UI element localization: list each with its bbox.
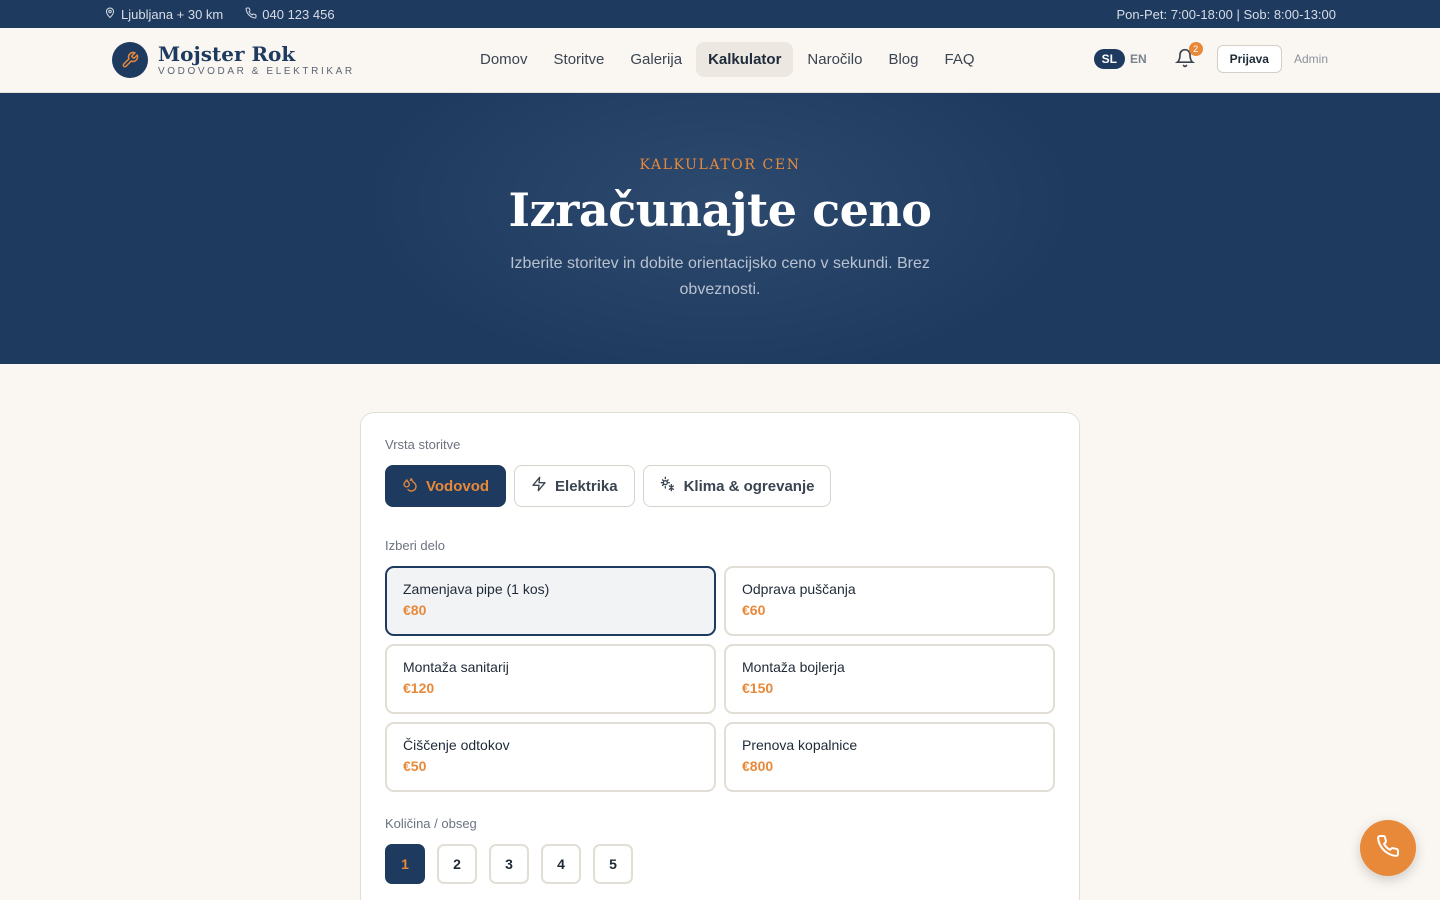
hero-section: KALKULATOR CEN Izračunajte ceno Izberite…	[0, 93, 1440, 364]
notification-count-badge: 2	[1188, 42, 1203, 56]
nav-item-domov[interactable]: Domov	[468, 42, 540, 77]
phone-icon	[245, 6, 257, 22]
nav-item-blog[interactable]: Blog	[876, 42, 930, 77]
quantity-option-1[interactable]: 1	[385, 844, 425, 884]
service-type-klima[interactable]: Klima & ogrevanje	[642, 465, 832, 507]
opening-hours: Pon-Pet: 7:00-18:00 | Sob: 8:00-13:00	[1116, 6, 1336, 22]
job-name: Odprava puščanja	[742, 581, 856, 597]
main-header: Mojster Rok VODOVODAR & ELEKTRIKAR Domov…	[0, 28, 1440, 93]
service-type-tabs: Vodovod Elektrika Klima & ogrevanje	[385, 465, 1055, 507]
quantity-option-3[interactable]: 3	[489, 844, 529, 884]
job-price: €80	[403, 602, 427, 618]
bell-icon	[1174, 48, 1195, 72]
quantity-label: Količina / obseg	[385, 816, 477, 831]
login-button[interactable]: Prijava	[1216, 45, 1282, 73]
job-option[interactable]: Zamenjava pipe (1 kos) €80	[385, 566, 716, 636]
location-info: Ljubljana + 30 km	[104, 7, 223, 22]
job-option[interactable]: Odprava puščanja €60	[724, 566, 1055, 636]
service-type-label-elektrika: Elektrika	[555, 477, 618, 495]
wrench-icon	[112, 42, 148, 78]
brand-name: Mojster Rok	[158, 42, 296, 66]
quantity-option-4[interactable]: 4	[541, 844, 581, 884]
job-price: €50	[403, 758, 427, 774]
brand-logo-link[interactable]: Mojster Rok VODOVODAR & ELEKTRIKAR	[112, 42, 355, 78]
job-option[interactable]: Montaža sanitarij €120	[385, 644, 716, 714]
language-switcher: SL EN	[1093, 49, 1147, 69]
job-option[interactable]: Montaža bojlerja €150	[724, 644, 1055, 714]
lang-en-button[interactable]: EN	[1130, 52, 1147, 66]
nav-item-narocilo[interactable]: Naročilo	[795, 42, 874, 77]
lang-sl-button[interactable]: SL	[1093, 49, 1125, 69]
service-type-elektrika[interactable]: Elektrika	[514, 465, 635, 507]
job-name: Montaža bojlerja	[742, 659, 845, 675]
hero-description: Izberite storitev in dobite orientacijsk…	[510, 255, 930, 298]
brand-subtitle: VODOVODAR & ELEKTRIKAR	[158, 66, 355, 77]
phone-text: 040 123 456	[262, 6, 335, 22]
job-label: Izberi delo	[385, 538, 445, 553]
nav-item-galerija[interactable]: Galerija	[618, 42, 694, 77]
page-title: Izračunajte ceno	[508, 183, 932, 237]
service-type-label: Vrsta storitve	[385, 437, 461, 452]
notifications-button[interactable]: 2	[1174, 42, 1203, 72]
service-type-label-klima: Klima & ogrevanje	[683, 477, 815, 495]
job-name: Zamenjava pipe (1 kos)	[403, 581, 550, 597]
job-price: €150	[742, 680, 774, 696]
quantity-option-2[interactable]: 2	[437, 844, 477, 884]
hero-eyebrow: KALKULATOR CEN	[639, 157, 801, 173]
job-price: €800	[742, 758, 774, 774]
call-fab-button[interactable]	[1360, 820, 1416, 876]
nav-item-storitve[interactable]: Storitve	[542, 42, 617, 77]
map-pin-icon	[104, 7, 116, 22]
job-name: Čiščenje odtokov	[403, 737, 510, 753]
service-type-label-vodovod: Vodovod	[426, 477, 490, 495]
service-type-vodovod[interactable]: Vodovod	[385, 465, 507, 507]
job-price: €120	[403, 680, 435, 696]
phone-icon	[1376, 834, 1400, 863]
nav-item-faq[interactable]: FAQ	[932, 42, 986, 77]
job-options: Zamenjava pipe (1 kos) €80 Odprava pušča…	[385, 566, 1055, 792]
droplets-icon	[402, 476, 418, 496]
calculator-card: Vrsta storitve Vodovod Elektrika Klima &…	[360, 412, 1080, 900]
quantity-selector: 1 2 3 4 5	[385, 844, 1055, 884]
sun-snow-icon	[660, 476, 676, 496]
location-text: Ljubljana + 30 km	[121, 6, 224, 22]
job-option[interactable]: Čiščenje odtokov €50	[385, 722, 716, 792]
lightning-icon	[531, 476, 547, 496]
job-option[interactable]: Prenova kopalnice €800	[724, 722, 1055, 792]
top-info-bar: Ljubljana + 30 km 040 123 456 Pon-Pet: 7…	[0, 0, 1440, 28]
job-name: Prenova kopalnice	[742, 737, 858, 753]
phone-info[interactable]: 040 123 456	[245, 6, 335, 22]
quantity-option-5[interactable]: 5	[593, 844, 633, 884]
job-name: Montaža sanitarij	[403, 659, 509, 675]
nav-item-kalkulator[interactable]: Kalkulator	[696, 42, 794, 77]
main-nav: Domov Storitve Galerija Kalkulator Naroč…	[468, 42, 987, 77]
job-price: €60	[742, 602, 766, 618]
admin-link[interactable]: Admin	[1294, 52, 1328, 66]
